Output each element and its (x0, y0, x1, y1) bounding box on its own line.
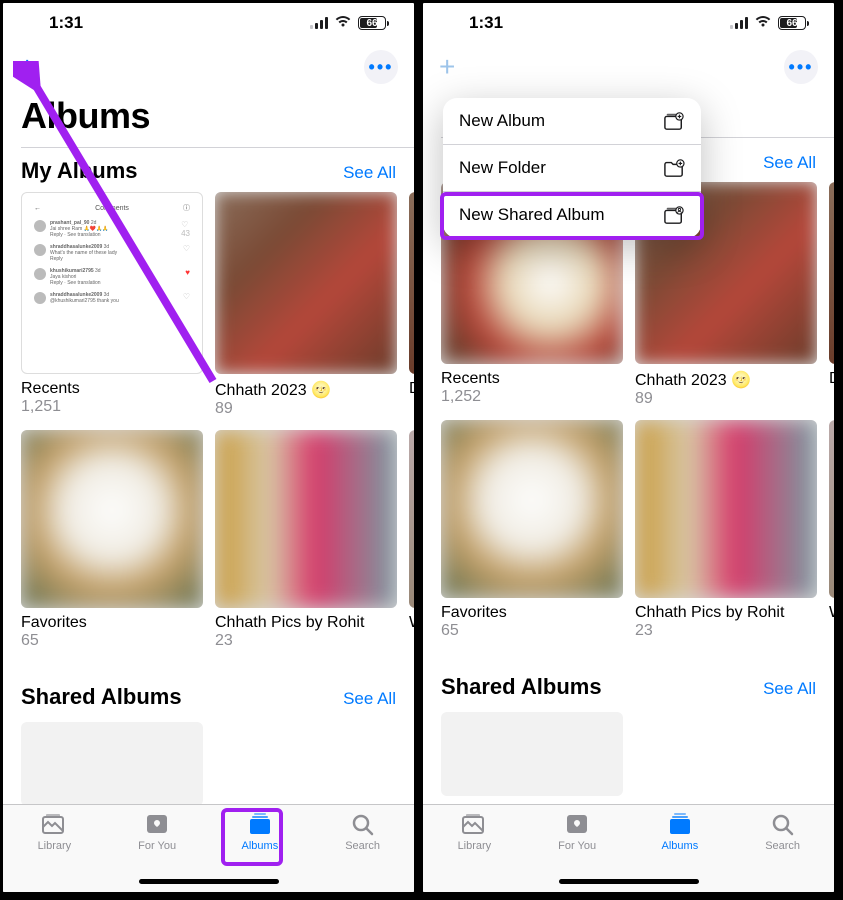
cellular-signal-icon (730, 17, 748, 29)
status-time: 1:31 (469, 13, 503, 33)
shared-album-icon (663, 205, 685, 225)
albums-row-2: Favorites 65 Chhath Pics by Rohit 23 W (3, 430, 414, 656)
folder-plus-icon (663, 158, 685, 178)
menu-new-shared-album[interactable]: New Shared Album (443, 192, 701, 238)
album-favorites[interactable]: Favorites 65 (21, 430, 203, 650)
home-indicator[interactable] (139, 879, 279, 884)
right-screenshot: 1:31 66 + ••• See All Recents 1,252 Chha… (420, 0, 837, 895)
album-chhath-2023[interactable]: Chhath 2023 🌝 89 (215, 192, 397, 418)
album-chhath-rohit[interactable]: Chhath Pics by Rohit 23 (215, 430, 397, 650)
add-button[interactable]: + (439, 51, 455, 83)
page-title: Albums (3, 91, 414, 147)
tab-search[interactable]: Search (311, 811, 414, 892)
my-albums-title: My Albums (21, 158, 138, 184)
albums-row-2: Favorites 65 Chhath Pics by Rohit 23 W (423, 420, 834, 646)
more-button[interactable]: ••• (364, 50, 398, 84)
tab-bar: Library For You Albums Search (3, 804, 414, 892)
status-right: 66 (730, 13, 806, 33)
album-recents[interactable]: ←Commentsⓘ prashant_pal_90 2dJai shree R… (21, 192, 203, 418)
see-all-shared[interactable]: See All (343, 689, 396, 709)
add-button[interactable]: + (19, 51, 35, 83)
status-bar: 1:31 66 (3, 3, 414, 43)
more-button[interactable]: ••• (784, 50, 818, 84)
album-cut[interactable]: W (409, 430, 414, 650)
shared-album-thumb[interactable] (441, 712, 623, 796)
shared-albums-title: Shared Albums (21, 684, 182, 710)
tab-bar: Library For You Albums Search (423, 804, 834, 892)
album-favorites[interactable]: Favorites 65 (441, 420, 623, 640)
album-cut[interactable]: D (409, 192, 414, 418)
status-right: 66 (310, 13, 386, 33)
tab-library[interactable]: Library (3, 811, 106, 892)
wifi-icon (334, 13, 352, 33)
add-menu-popup: New Album New Folder New Shared Album (443, 98, 701, 238)
home-indicator[interactable] (559, 879, 699, 884)
battery-icon: 66 (358, 16, 386, 30)
battery-icon: 66 (778, 16, 806, 30)
menu-new-folder[interactable]: New Folder (443, 145, 701, 192)
tab-search[interactable]: Search (731, 811, 834, 892)
left-screenshot: 1:31 66 + ••• Albums My Albums See All ←… (0, 0, 417, 895)
albums-row-1: ←Commentsⓘ prashant_pal_90 2dJai shree R… (3, 192, 414, 424)
wifi-icon (754, 13, 772, 33)
see-all-my-albums[interactable]: See All (763, 153, 816, 173)
cellular-signal-icon (310, 17, 328, 29)
album-cut[interactable]: W (829, 420, 834, 640)
see-all-my-albums[interactable]: See All (343, 163, 396, 183)
shared-albums-title: Shared Albums (441, 674, 602, 700)
status-time: 1:31 (49, 13, 83, 33)
album-cut[interactable]: D (829, 182, 834, 408)
status-bar: 1:31 66 (423, 3, 834, 43)
see-all-shared[interactable]: See All (763, 679, 816, 699)
shared-album-thumb[interactable] (21, 722, 203, 806)
menu-new-album[interactable]: New Album (443, 98, 701, 145)
album-chhath-rohit[interactable]: Chhath Pics by Rohit 23 (635, 420, 817, 640)
tab-library[interactable]: Library (423, 811, 526, 892)
album-plus-icon (663, 111, 685, 131)
